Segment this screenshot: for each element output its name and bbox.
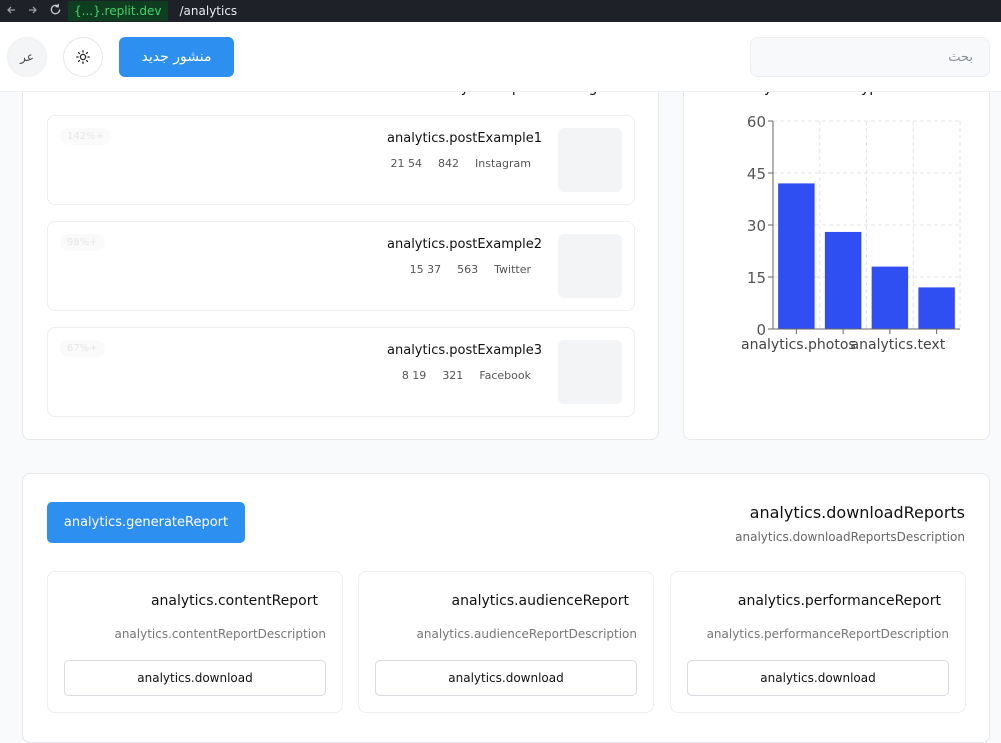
post-thumbnail: [558, 340, 622, 404]
growth-badge: 142%+: [60, 128, 111, 145]
chart-bar: [871, 266, 909, 329]
generate-report-button[interactable]: analytics.generateReport: [47, 502, 245, 543]
content-breakdown-card: analytics.contentTypeBreakdown 015304560…: [683, 62, 990, 440]
post-meta: 15 37 563 Twitter: [410, 263, 531, 276]
new-post-button[interactable]: منشور جديد: [119, 37, 234, 77]
reports-title: analytics.downloadReports: [749, 503, 965, 522]
chart-y-tick-label: 60: [747, 113, 766, 131]
post-stat: 8 19: [401, 369, 427, 382]
post-thumbnail: [558, 128, 622, 192]
chart-y-tick-label: 30: [747, 217, 766, 235]
reports-card: analytics.downloadReports analytics.down…: [22, 473, 990, 743]
post-platform: Twitter: [494, 263, 531, 276]
post-stat: 15 37: [409, 263, 442, 276]
report-title: analytics.audienceReport: [451, 593, 629, 609]
chart-x-tick-label: analytics.text: [851, 337, 946, 353]
growth-badge: 67%+: [60, 340, 105, 357]
post-item[interactable]: analytics.postExample1 21 54 842 Instagr…: [47, 115, 635, 205]
post-platform: Instagram: [475, 157, 531, 170]
post-stat: 563: [457, 263, 479, 276]
post-platform: Facebook: [479, 369, 531, 382]
report-item-audience: analytics.audienceReport analytics.audie…: [358, 571, 654, 713]
top-posts-card: analytics.topPerformingPosts analytics.p…: [22, 62, 659, 440]
post-title: analytics.postExample2: [387, 237, 542, 252]
chart-y-tick-label: 15: [747, 269, 766, 287]
post-item[interactable]: analytics.postExample2 15 37 563 Twitter…: [47, 221, 635, 311]
reload-icon[interactable]: [44, 3, 66, 19]
post-title: analytics.postExample3: [387, 343, 542, 358]
sun-icon: [76, 50, 90, 64]
chart-y-tick-label: 45: [747, 165, 766, 183]
language-toggle-button[interactable]: عر: [7, 37, 47, 77]
post-title: analytics.postExample1: [387, 131, 542, 146]
content-type-chart: 015304560analytics.photosanalytics.text: [741, 113, 961, 353]
download-button[interactable]: analytics.download: [64, 660, 326, 696]
post-stat: 321: [442, 369, 464, 382]
download-button[interactable]: analytics.download: [375, 660, 637, 696]
post-thumbnail: [558, 234, 622, 298]
report-title: analytics.contentReport: [150, 593, 318, 609]
report-item-performance: analytics.performanceReport analytics.pe…: [670, 571, 966, 713]
reports-description: analytics.downloadReportsDescription: [735, 530, 965, 544]
post-meta: 21 54 842 Instagram: [391, 157, 531, 170]
chart-bar: [824, 231, 862, 329]
search-input[interactable]: [750, 37, 990, 77]
theme-toggle-button[interactable]: [63, 37, 103, 77]
post-item[interactable]: analytics.postExample3 8 19 321 Facebook…: [47, 327, 635, 417]
url-path: /analytics: [179, 4, 238, 18]
chart-bar: [918, 287, 955, 329]
forward-arrow-icon[interactable]: [22, 4, 44, 18]
download-button[interactable]: analytics.download: [687, 660, 949, 696]
report-description: analytics.audienceReportDescription: [416, 627, 637, 641]
url-host: {...}.replit.dev: [68, 1, 168, 21]
browser-bar: {...}.replit.dev /analytics: [0, 0, 1001, 22]
address-bar[interactable]: {...}.replit.dev /analytics: [68, 1, 237, 21]
report-description: analytics.performanceReportDescription: [706, 627, 949, 641]
post-stat: 842: [438, 157, 460, 170]
report-description: analytics.contentReportDescription: [114, 627, 326, 641]
chart-x-tick-label: analytics.photos: [741, 337, 856, 353]
report-title: analytics.performanceReport: [737, 593, 941, 609]
back-arrow-icon[interactable]: [0, 4, 22, 18]
growth-badge: 98%+: [60, 234, 105, 251]
chart-bar: [778, 183, 815, 329]
post-meta: 8 19 321 Facebook: [402, 369, 531, 382]
post-stat: 21 54: [390, 157, 423, 170]
report-item-content: analytics.contentReport analytics.conten…: [47, 571, 343, 713]
